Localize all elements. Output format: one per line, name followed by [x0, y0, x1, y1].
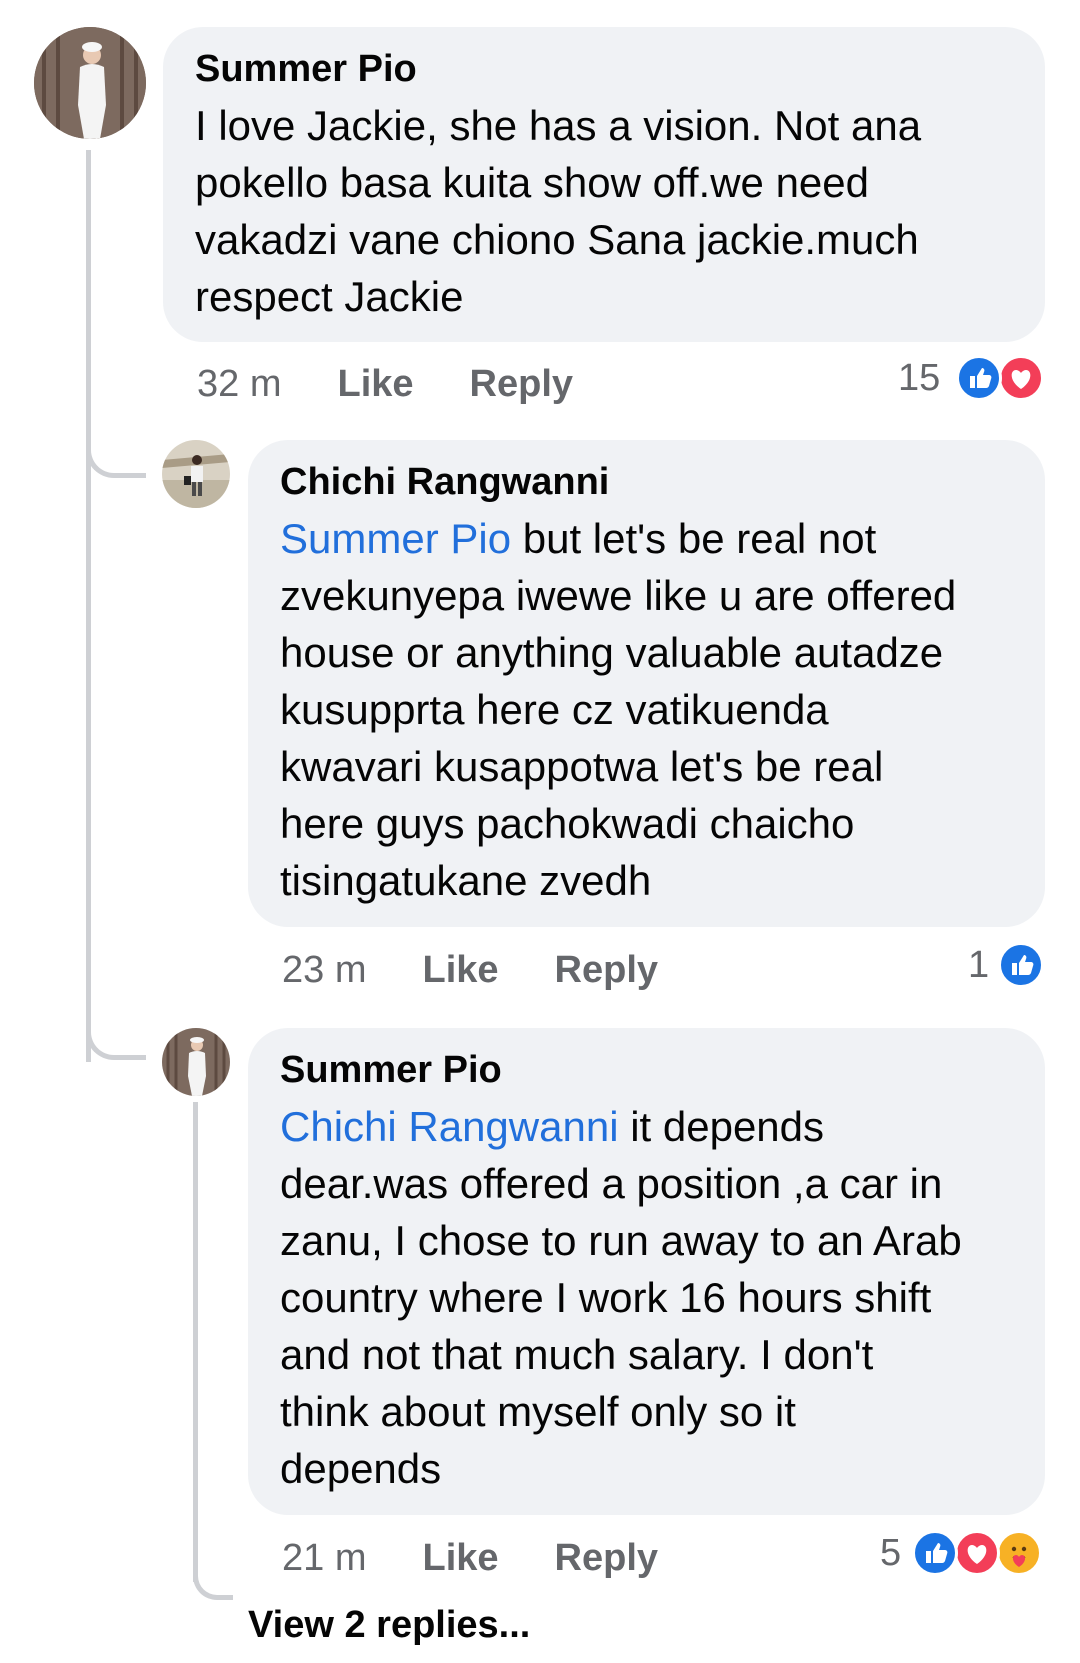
thread-connector-2 [86, 1010, 146, 1060]
care-icon [996, 1530, 1042, 1576]
avatar[interactable] [34, 27, 146, 139]
comment-text: Chichi Rangwanni it depends dear.was off… [280, 1103, 962, 1492]
like-icon [912, 1530, 958, 1576]
comment-bubble: Summer Pio Chichi Rangwanni it depends d… [248, 1028, 1045, 1515]
reaction-count: 1 [968, 944, 990, 986]
thread-line-main [86, 150, 91, 1062]
comment-time[interactable]: 23 m [282, 949, 366, 992]
comment-author[interactable]: Summer Pio [280, 1048, 1013, 1092]
like-button[interactable]: Like [422, 1537, 498, 1580]
love-icon [998, 355, 1044, 401]
reaction-count: 15 [898, 357, 941, 399]
comment-actions: 32 m Like Reply [197, 360, 573, 408]
comment-actions: 21 m Like Reply [282, 1534, 658, 1582]
thread-line-reply [193, 1102, 198, 1582]
comment-time[interactable]: 21 m [282, 1537, 366, 1580]
like-button[interactable]: Like [422, 949, 498, 992]
comment-time[interactable]: 32 m [197, 363, 281, 406]
comment-bubble: Summer Pio I love Jackie, she has a visi… [163, 27, 1045, 342]
mention-link[interactable]: Summer Pio [280, 515, 511, 562]
comment-actions: 23 m Like Reply [282, 946, 658, 994]
avatar[interactable] [162, 1028, 230, 1096]
reply-button[interactable]: Reply [470, 363, 573, 406]
comment-author[interactable]: Summer Pio [195, 47, 1013, 91]
avatar[interactable] [162, 440, 230, 508]
view-replies-link[interactable]: View 2 replies... [248, 1604, 530, 1647]
comment-bubble: Chichi Rangwanni Summer Pio but let's be… [248, 440, 1045, 927]
comment-text: Summer Pio but let's be real not zvekuny… [280, 515, 957, 904]
thread-connector-1 [86, 428, 146, 478]
reply-button[interactable]: Reply [555, 949, 658, 992]
reaction-count: 5 [880, 1532, 902, 1574]
reaction-summary[interactable]: 1 [960, 942, 1050, 992]
like-button[interactable]: Like [337, 363, 413, 406]
like-icon [998, 942, 1044, 988]
reaction-summary[interactable]: 15 [880, 355, 1050, 405]
mention-link[interactable]: Chichi Rangwanni [280, 1103, 619, 1150]
reply-button[interactable]: Reply [555, 1537, 658, 1580]
reaction-summary[interactable]: 5 [870, 1530, 1050, 1580]
comment-text: I love Jackie, she has a vision. Not ana… [195, 102, 922, 320]
thread-connector-3 [193, 1560, 233, 1600]
like-icon [956, 355, 1002, 401]
love-icon [954, 1530, 1000, 1576]
comment-author[interactable]: Chichi Rangwanni [280, 460, 1013, 504]
